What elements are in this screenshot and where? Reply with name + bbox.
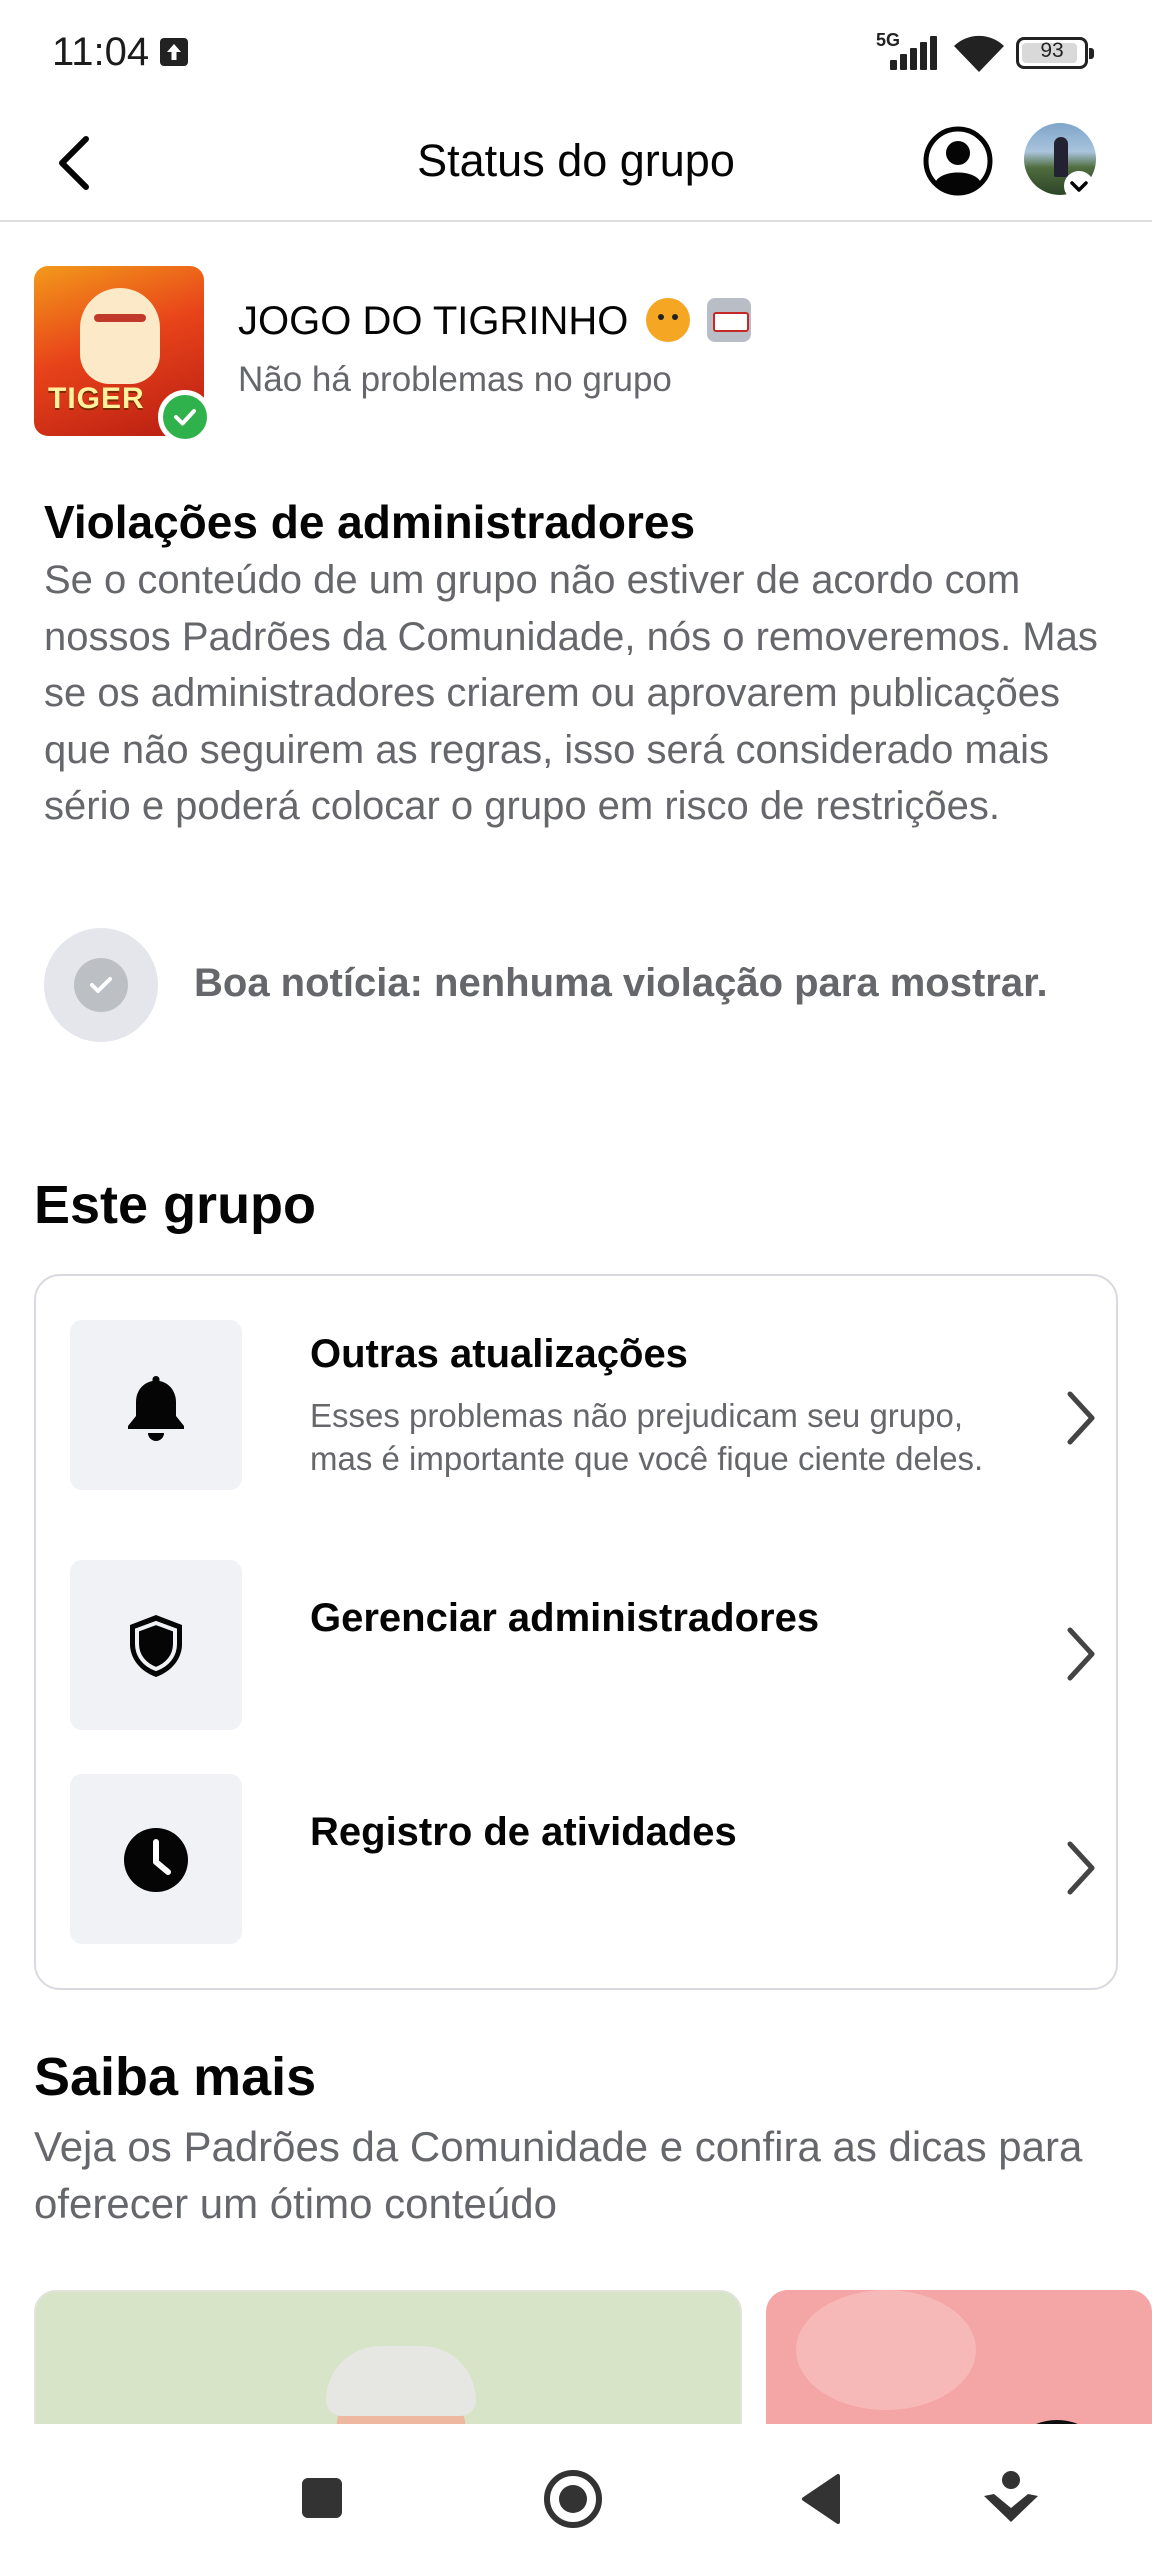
triangle-back-icon [802,2474,840,2524]
group-name: JOGO DO TIGRINHO [238,298,751,344]
recent-apps-button[interactable] [288,2464,358,2534]
list-item-title: Outras atualizações [310,1332,688,1376]
chevron-right-icon [1067,1627,1095,1681]
clock-icon-tile [70,1774,242,1944]
group-status: Não há problemas no grupo [238,360,672,399]
list-item-outras-atualizacoes[interactable]: Outras atualizações Esses problemas não … [70,1320,1095,1530]
system-navigation-bar [0,2424,1152,2560]
wifi-icon [954,35,1004,72]
no-violations-notice: Boa notícia: nenhuma violação para mostr… [44,928,1114,1042]
tiger-emoji-icon [645,298,690,342]
shield-icon [130,1615,182,1677]
card-illustration-shape [796,2290,976,2410]
slot-machine-emoji-icon [706,298,751,342]
thumbnail-tiger-art [80,288,160,384]
violations-title: Violações de administradores [44,496,696,548]
list-item-gerenciar-administradores[interactable]: Gerenciar administradores [70,1560,1095,1730]
este-grupo-card: Outras atualizações Esses problemas não … [34,1274,1118,1990]
bell-icon-tile [70,1320,242,1490]
group-name-text: JOGO DO TIGRINHO [238,299,629,343]
home-circle-icon [544,2470,602,2528]
status-bar: 11:04 5G 93 [0,0,1152,105]
bell-icon [128,1376,184,1441]
admin-violations-section: Violações de administradores Se o conteú… [44,492,1114,835]
saiba-mais-description: Veja os Padrões da Comunidade e confira … [34,2123,1083,2227]
battery-icon: 93 [1016,37,1094,69]
section-title-este-grupo: Este grupo [34,1175,317,1235]
section-title-saiba-mais: Saiba mais [34,2047,317,2107]
violations-description: Se o conteúdo de um grupo não estiver de… [44,558,1098,829]
system-back-button[interactable] [790,2464,860,2534]
battery-level: 93 [1040,39,1064,62]
thumbnail-logo-text: TIGER [48,382,145,415]
group-ok-check-icon [158,390,212,444]
no-violations-icon [44,928,158,1042]
upload-notification-icon [160,38,188,66]
status-time: 11:04 [52,30,150,74]
no-violations-text: Boa notícia: nenhuma violação para mostr… [194,961,1048,1005]
list-item-title: Registro de atividades [310,1810,737,1854]
list-item-title: Gerenciar administradores [310,1596,820,1640]
list-item-subtitle: Esses problemas não prejudicam seu grupo… [310,1397,984,1477]
top-app-bar: Status do grupo [0,105,1152,222]
shield-icon-tile [70,1560,242,1730]
clock-icon [124,1828,188,1892]
chevron-right-icon [1067,1391,1095,1445]
square-icon [302,2478,342,2518]
account-circle-icon [923,126,993,196]
hide-keyboard-button[interactable] [976,2464,1046,2534]
signal-icon [890,36,937,70]
download-down-icon [984,2471,1038,2522]
group-header: TIGER JOGO DO TIGRINHO Não há problemas … [34,266,1124,444]
profile-button[interactable] [922,125,994,197]
chevron-right-icon [1067,1841,1095,1895]
chevron-down-icon [1070,181,1088,192]
list-item-registro-de-atividades[interactable]: Registro de atividades [70,1774,1095,1944]
home-button[interactable] [538,2464,608,2534]
account-switch-badge[interactable] [1064,171,1094,201]
